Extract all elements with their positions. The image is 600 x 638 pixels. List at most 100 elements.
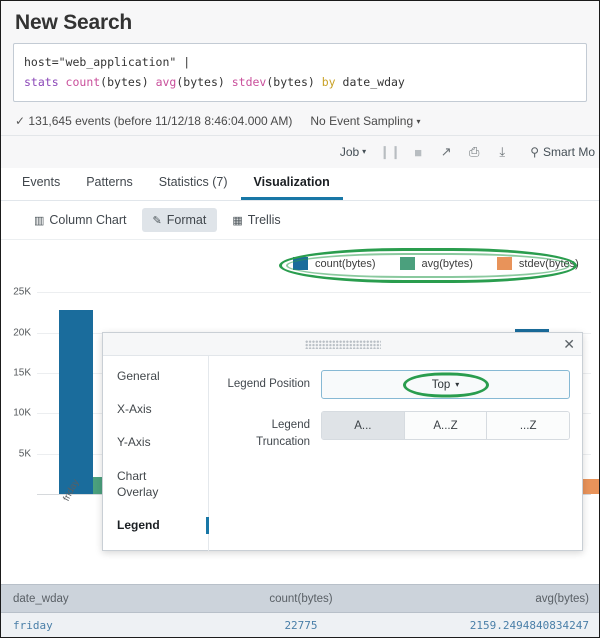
- job-menu-label: Job: [340, 145, 359, 159]
- pencil-icon: ✎: [153, 214, 162, 227]
- dialog-body: General X-Axis Y-Axis Chart Overlay Lege…: [103, 356, 582, 551]
- column-header-count[interactable]: count(bytes): [201, 593, 401, 605]
- y-axis-tick: 10K: [13, 408, 31, 419]
- query-token: (bytes): [176, 75, 231, 89]
- legend-item-stdev[interactable]: stdev(bytes): [497, 257, 579, 270]
- search-query-line-2: stats count(bytes) avg(bytes) stdev(byte…: [24, 72, 576, 92]
- legend-swatch-icon: [293, 257, 308, 270]
- share-icon[interactable]: ↗: [432, 140, 460, 164]
- legend-label: stdev(bytes): [519, 258, 579, 270]
- dialog-nav: General X-Axis Y-Axis Chart Overlay Lege…: [103, 356, 209, 551]
- format-label: Format: [167, 213, 207, 227]
- tab-events[interactable]: Events: [9, 168, 73, 200]
- legend-item-avg[interactable]: avg(bytes): [400, 257, 473, 270]
- result-tabs: Events Patterns Statistics (7) Visualiza…: [1, 168, 599, 201]
- event-count: ✓ 131,645 events (before 11/12/18 8:46:0…: [15, 114, 292, 128]
- column-header-date-wday[interactable]: date_wday: [1, 593, 201, 605]
- y-axis-tick: 5K: [19, 448, 31, 459]
- dialog-nav-y-axis[interactable]: Y-Axis: [117, 434, 208, 450]
- dialog-nav-general[interactable]: General: [117, 368, 208, 384]
- active-nav-indicator: [206, 517, 209, 534]
- pause-icon[interactable]: ❙❙: [376, 140, 404, 164]
- check-icon: ✓: [15, 114, 25, 128]
- format-button[interactable]: ✎ Format: [142, 208, 218, 232]
- search-input[interactable]: host="web_application" | stats count(byt…: [13, 43, 587, 102]
- legend-position-label: Legend Position: [221, 370, 321, 393]
- app-window: New Search host="web_application" | stat…: [0, 0, 600, 638]
- query-token-stats: stats: [24, 75, 66, 89]
- query-token-avg: avg: [156, 75, 177, 89]
- chart-bar[interactable]: [583, 479, 600, 494]
- chevron-down-icon: ▾: [362, 147, 366, 156]
- legend-position-value: Top: [432, 379, 451, 391]
- title-bar: New Search: [1, 1, 599, 43]
- column-header-avg[interactable]: avg(bytes): [401, 593, 599, 605]
- dialog-nav-x-axis[interactable]: X-Axis: [117, 401, 208, 417]
- legend-swatch-icon: [497, 257, 512, 270]
- legend-position-row: Legend Position Top ▾: [221, 370, 570, 399]
- chart-legend: count(bytes) avg(bytes) stdev(bytes): [293, 257, 579, 270]
- smart-mode-label: Smart Mo: [543, 145, 595, 159]
- chart-type-label: Column Chart: [49, 213, 126, 227]
- truncation-option-end[interactable]: ...Z: [487, 412, 569, 439]
- query-token: (bytes): [100, 75, 155, 89]
- query-token-stdev: stdev: [232, 75, 267, 89]
- export-icon[interactable]: ⤓: [488, 140, 516, 164]
- event-count-label: 131,645 events (before 11/12/18 8:46:04.…: [28, 114, 292, 128]
- dialog-nav-legend[interactable]: Legend: [117, 517, 208, 533]
- legend-item-count[interactable]: count(bytes): [293, 257, 376, 270]
- results-table: date_wday count(bytes) avg(bytes) friday…: [1, 584, 599, 637]
- tab-statistics[interactable]: Statistics (7): [146, 168, 241, 200]
- tab-visualization[interactable]: Visualization: [241, 168, 343, 200]
- dialog-nav-legend-label: Legend: [117, 518, 160, 532]
- dialog-header[interactable]: ✕: [103, 333, 582, 356]
- bar-chart-icon: ▥: [34, 214, 44, 227]
- legend-truncation-row: Legend Truncation A... A...Z ...Z: [221, 411, 570, 450]
- chevron-down-icon: ▾: [455, 380, 459, 389]
- cell-date-wday[interactable]: friday: [1, 619, 201, 632]
- query-token-count: count: [66, 75, 101, 89]
- chart-type-button[interactable]: ▥ Column Chart: [23, 208, 138, 232]
- search-status-row: ✓ 131,645 events (before 11/12/18 8:46:0…: [1, 108, 599, 136]
- legend-truncation-label: Legend Truncation: [221, 411, 321, 450]
- print-icon[interactable]: ⎙: [460, 140, 488, 164]
- dialog-content: Legend Position Top ▾ Legend Truncation …: [209, 356, 582, 551]
- trellis-button[interactable]: ▦ Trellis: [221, 208, 291, 232]
- chevron-down-icon: ▾: [416, 117, 420, 126]
- cell-count: 22775: [201, 619, 401, 632]
- search-query-line-1: host="web_application" |: [24, 52, 576, 72]
- format-dialog: ✕ General X-Axis Y-Axis Chart Overlay Le…: [102, 332, 583, 551]
- query-token-field: date_wday: [343, 75, 405, 89]
- legend-position-select[interactable]: Top ▾: [321, 370, 570, 399]
- visualization-toolbar: ▥ Column Chart ✎ Format ▦ Trellis: [1, 201, 599, 239]
- legend-swatch-icon: [400, 257, 415, 270]
- table-header-row: date_wday count(bytes) avg(bytes): [1, 584, 599, 613]
- legend-truncation-group: A... A...Z ...Z: [321, 411, 570, 440]
- stop-icon[interactable]: ■: [404, 140, 432, 164]
- query-token: host="web_application" |: [24, 55, 190, 69]
- job-toolbar: Job ▾ ❙❙ ■ ↗ ⎙ ⤓ ⚲ Smart Mo: [1, 136, 599, 168]
- grid-icon: ▦: [232, 214, 242, 227]
- cell-avg: 2159.2494840834247: [401, 619, 599, 632]
- truncation-option-middle[interactable]: A...Z: [405, 412, 488, 439]
- trellis-label: Trellis: [248, 213, 281, 227]
- search-bar-wrapper: host="web_application" | stats count(byt…: [1, 43, 599, 108]
- job-menu-button[interactable]: Job ▾: [330, 140, 376, 164]
- event-sampling-dropdown[interactable]: No Event Sampling ▾: [310, 114, 420, 128]
- chart-bar[interactable]: [59, 310, 93, 494]
- smart-mode-button[interactable]: ⚲ Smart Mo: [530, 145, 595, 159]
- drag-dots-icon[interactable]: [305, 340, 381, 349]
- y-axis: 25K20K15K10K5K: [1, 284, 35, 494]
- page-title: New Search: [15, 11, 585, 35]
- close-icon[interactable]: ✕: [563, 335, 575, 353]
- event-sampling-label: No Event Sampling: [310, 114, 413, 128]
- dialog-nav-chart-overlay[interactable]: Chart Overlay: [117, 468, 177, 500]
- y-axis-tick: 25K: [13, 287, 31, 298]
- table-row[interactable]: friday 22775 2159.2494840834247: [1, 613, 599, 637]
- tab-patterns[interactable]: Patterns: [73, 168, 146, 200]
- query-token-by: by: [322, 75, 343, 89]
- lightbulb-icon: ⚲: [530, 145, 539, 159]
- truncation-option-start[interactable]: A...: [322, 412, 405, 439]
- legend-label: avg(bytes): [422, 258, 473, 270]
- legend-label: count(bytes): [315, 258, 376, 270]
